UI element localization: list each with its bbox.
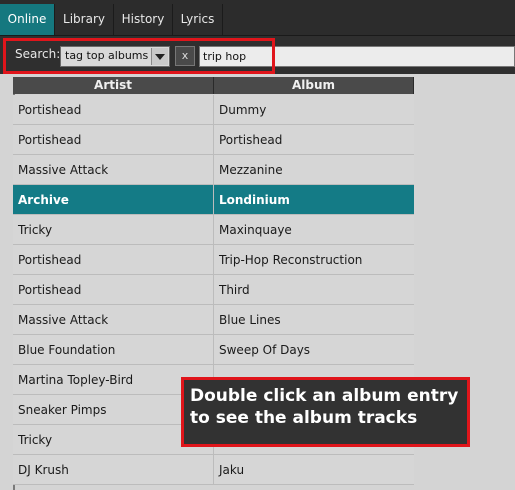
tab-bar: Online Library History Lyrics — [0, 0, 515, 36]
album-cell: Trip-Hop Reconstruction — [219, 253, 363, 267]
artist-cell: Portishead — [13, 275, 214, 304]
artist-cell: Archive — [13, 185, 214, 214]
instruction-tooltip: Double click an album entry to see the a… — [181, 377, 470, 447]
artist-cell: Portishead — [13, 125, 214, 154]
album-cell: Jaku — [219, 463, 245, 477]
artist-cell: Tricky — [13, 215, 214, 244]
table-row[interactable]: Massive Attack Mezzanine — [13, 155, 414, 185]
table-row[interactable]: Blue Foundation Sweep Of Days — [13, 335, 414, 365]
table-row[interactable]: Tricky Maxinquaye — [13, 215, 414, 245]
column-header-artist[interactable]: Artist — [13, 77, 214, 94]
table-row[interactable]: Portishead Dummy — [13, 95, 414, 125]
artist-cell: Blue Foundation — [13, 335, 214, 364]
artist-cell: DJ Krush — [13, 455, 214, 484]
album-cell: Mezzanine — [219, 163, 283, 177]
artist-cell: Massive Attack — [13, 155, 214, 184]
table-row[interactable]: Portishead Trip-Hop Reconstruction — [13, 245, 414, 275]
table-row[interactable]: Portishead Portishead — [13, 125, 414, 155]
album-cell: Blue Lines — [219, 313, 281, 327]
artist-cell: Portishead — [13, 245, 214, 274]
tab-history[interactable]: History — [114, 4, 173, 35]
album-cell: Sweep Of Days — [219, 343, 311, 357]
tab-online[interactable]: Online — [0, 4, 55, 35]
table-row[interactable]: Massive Attack Blue Lines — [13, 305, 414, 335]
table-header: Artist Album — [13, 77, 414, 94]
album-cell: Third — [219, 283, 250, 297]
tab-lyrics[interactable]: Lyrics — [173, 4, 223, 35]
search-highlight-box — [3, 38, 275, 74]
album-cell: Londinium — [219, 193, 290, 207]
album-cell: Portishead — [219, 133, 283, 147]
artist-cell: Massive Attack — [13, 305, 214, 334]
app-window: Online Library History Lyrics Search: ta… — [0, 0, 515, 490]
column-header-album[interactable]: Album — [214, 77, 414, 94]
artist-cell: Portishead — [13, 95, 214, 124]
table-row-selected[interactable]: Archive Londinium — [13, 185, 414, 215]
album-cell: Dummy — [219, 103, 267, 117]
table-row[interactable]: DJ Krush Jaku — [13, 455, 414, 485]
table-row[interactable]: Portishead Third — [13, 275, 414, 305]
tab-library[interactable]: Library — [55, 4, 114, 35]
tooltip-text: Double click an album entry to see the a… — [190, 386, 459, 428]
album-cell: Maxinquaye — [219, 223, 292, 237]
